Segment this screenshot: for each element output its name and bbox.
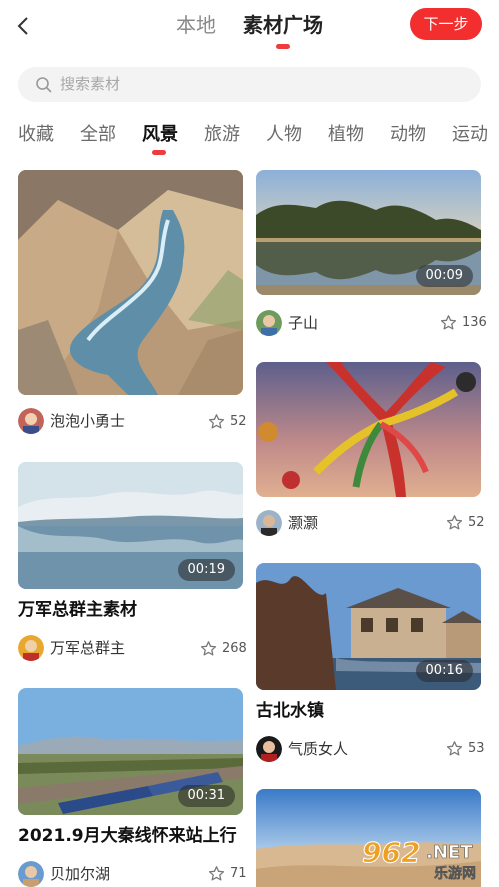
like-count: 52 [468, 515, 485, 530]
author-canyon[interactable]: 泡泡小勇士 [18, 408, 168, 436]
category-tabs: 收藏 全部 风景 旅游 人物 植物 动物 运动 [0, 118, 499, 158]
category-people[interactable]: 人物 [266, 122, 302, 148]
author-old-town[interactable]: 气质女人 [256, 736, 406, 764]
category-animals[interactable]: 动物 [390, 122, 426, 148]
chevron-left-icon[interactable] [12, 12, 36, 40]
likes-canyon[interactable]: 52 [208, 412, 248, 432]
like-count: 71 [230, 866, 247, 881]
svg-text:962: 962 [362, 836, 420, 869]
star-icon [446, 741, 463, 756]
author-name: 万军总群主 [50, 639, 126, 657]
like-count: 52 [230, 414, 247, 429]
next-step-button[interactable]: 下一步 [410, 8, 482, 40]
card-title-frozen-lake[interactable]: 万军总群主素材 [18, 598, 137, 622]
lake-reflection-thumbnail[interactable]: 00:09 [256, 170, 481, 295]
category-sports[interactable]: 运动 [452, 122, 488, 148]
author-train[interactable]: 贝加尔湖 [18, 861, 168, 887]
old-town-thumbnail[interactable]: 00:16 [256, 563, 481, 690]
category-favorites[interactable]: 收藏 [18, 122, 54, 148]
author-ribbons[interactable]: 灏灏 [256, 510, 406, 538]
active-tab-indicator [276, 44, 290, 49]
avatar [256, 736, 282, 762]
ribbons-thumbnail[interactable] [256, 362, 481, 497]
avatar [256, 310, 282, 336]
search-placeholder: 搜索素材 [60, 75, 121, 93]
card-title-old-town[interactable]: 古北水镇 [256, 699, 324, 723]
avatar [18, 635, 44, 661]
duration-badge: 00:16 [415, 660, 473, 682]
tab-local[interactable]: 本地 [176, 11, 216, 39]
tab-material-square[interactable]: 素材广场 [243, 11, 323, 39]
duration-badge: 00:09 [415, 265, 473, 287]
author-name: 气质女人 [288, 740, 349, 758]
duration-badge: 00:19 [177, 559, 235, 581]
like-count: 268 [222, 641, 247, 656]
card-title-train[interactable]: 2021.9月大秦线怀来站上行 [18, 824, 237, 848]
star-icon [200, 641, 217, 656]
category-all[interactable]: 全部 [80, 122, 116, 148]
frozen-lake-thumbnail[interactable]: 00:19 [18, 462, 243, 589]
star-icon [208, 866, 225, 881]
likes-ribbons[interactable]: 52 [446, 513, 486, 533]
canyon-thumbnail[interactable] [18, 170, 243, 395]
avatar [256, 510, 282, 536]
svg-text:.NET: .NET [426, 842, 473, 863]
duration-badge: 00:31 [177, 785, 235, 807]
likes-train[interactable]: 71 [208, 864, 248, 884]
likes-frozen-lake[interactable]: 268 [200, 639, 248, 659]
author-name: 贝加尔湖 [50, 865, 111, 883]
like-count: 136 [462, 315, 487, 330]
star-icon [446, 515, 463, 530]
active-category-indicator [152, 150, 166, 155]
likes-lake-reflection[interactable]: 136 [440, 313, 487, 333]
avatar [18, 408, 44, 434]
like-count: 53 [468, 741, 485, 756]
author-name: 子山 [288, 314, 319, 332]
search-input[interactable]: 搜索素材 [18, 67, 481, 102]
star-icon [440, 315, 457, 330]
author-name: 灏灏 [288, 514, 319, 532]
search-icon [36, 77, 52, 93]
likes-old-town[interactable]: 53 [446, 739, 486, 759]
star-icon [208, 414, 225, 429]
category-plants[interactable]: 植物 [328, 122, 364, 148]
author-lake-reflection[interactable]: 子山 [256, 310, 406, 338]
author-name: 泡泡小勇士 [50, 412, 126, 430]
author-frozen-lake[interactable]: 万军总群主 [18, 635, 168, 663]
svg-text:乐游网: 乐游网 [434, 865, 476, 882]
top-bar: 本地 素材广场 下一步 [0, 0, 499, 56]
category-scenery[interactable]: 风景 [142, 122, 178, 148]
avatar [18, 861, 44, 887]
category-travel[interactable]: 旅游 [204, 122, 240, 148]
watermark-logo: 962 .NET 乐游网 [360, 832, 495, 883]
train-thumbnail[interactable]: 00:31 [18, 688, 243, 815]
